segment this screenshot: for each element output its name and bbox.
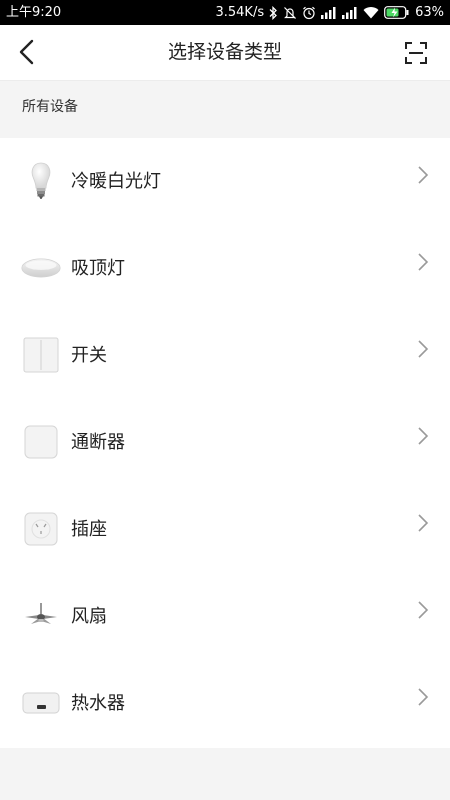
chevron-right-icon (418, 166, 429, 184)
water-heater-icon (20, 682, 62, 724)
chevron-right-icon (418, 514, 429, 532)
wifi-icon (363, 0, 379, 25)
list-item-socket[interactable]: 插座 (0, 486, 450, 573)
network-speed: 3.54K/s (215, 5, 265, 20)
light-bulb-icon (20, 160, 62, 202)
list-item-fan[interactable]: 风扇 (0, 573, 450, 660)
list-item-label: 通断器 (71, 432, 125, 453)
list-item-label: 风扇 (71, 606, 107, 627)
signal-icon (321, 0, 337, 25)
device-type-list: 冷暖白光灯 吸顶灯 开关 通断器 插座 风扇 热水器 (0, 138, 450, 748)
list-item-label: 冷暖白光灯 (71, 171, 161, 192)
chevron-right-icon (418, 427, 429, 445)
chevron-right-icon (418, 688, 429, 706)
list-item-relay[interactable]: 通断器 (0, 399, 450, 486)
signal-icon-2 (342, 0, 358, 25)
status-time: 上午9:20 (6, 5, 62, 20)
list-item-label: 热水器 (71, 693, 125, 714)
chevron-right-icon (418, 340, 429, 358)
bluetooth-icon (269, 0, 278, 25)
ceiling-light-icon (20, 247, 62, 289)
section-title: 所有设备 (22, 99, 78, 115)
chevron-right-icon (418, 253, 429, 271)
page-title: 选择设备类型 (167, 41, 282, 63)
ceiling-fan-icon (20, 595, 62, 637)
mute-icon (283, 0, 297, 25)
alarm-icon (302, 0, 316, 25)
status-icons: 3.54K/s 63% (215, 0, 444, 25)
list-item-label: 开关 (71, 345, 107, 366)
list-item-label: 吸顶灯 (71, 258, 125, 279)
scan-icon (405, 42, 427, 64)
list-item-switch[interactable]: 开关 (0, 312, 450, 399)
power-socket-icon (20, 508, 62, 550)
list-item-warm-cool-light[interactable]: 冷暖白光灯 (0, 138, 450, 225)
wall-switch-icon (20, 334, 62, 376)
list-item-water-heater[interactable]: 热水器 (0, 660, 450, 747)
section-header: 所有设备 (0, 81, 450, 138)
chevron-right-icon (418, 601, 429, 619)
scan-button[interactable] (404, 41, 428, 65)
status-bar: 上午9:20 3.54K/s 63% (0, 0, 450, 25)
top-navigation-bar: 选择设备类型 (0, 25, 450, 81)
list-item-ceiling-light[interactable]: 吸顶灯 (0, 225, 450, 312)
battery-percent: 63% (415, 5, 444, 20)
list-item-label: 插座 (71, 519, 107, 540)
battery-charging-icon (384, 0, 410, 25)
relay-switch-icon (20, 421, 62, 463)
